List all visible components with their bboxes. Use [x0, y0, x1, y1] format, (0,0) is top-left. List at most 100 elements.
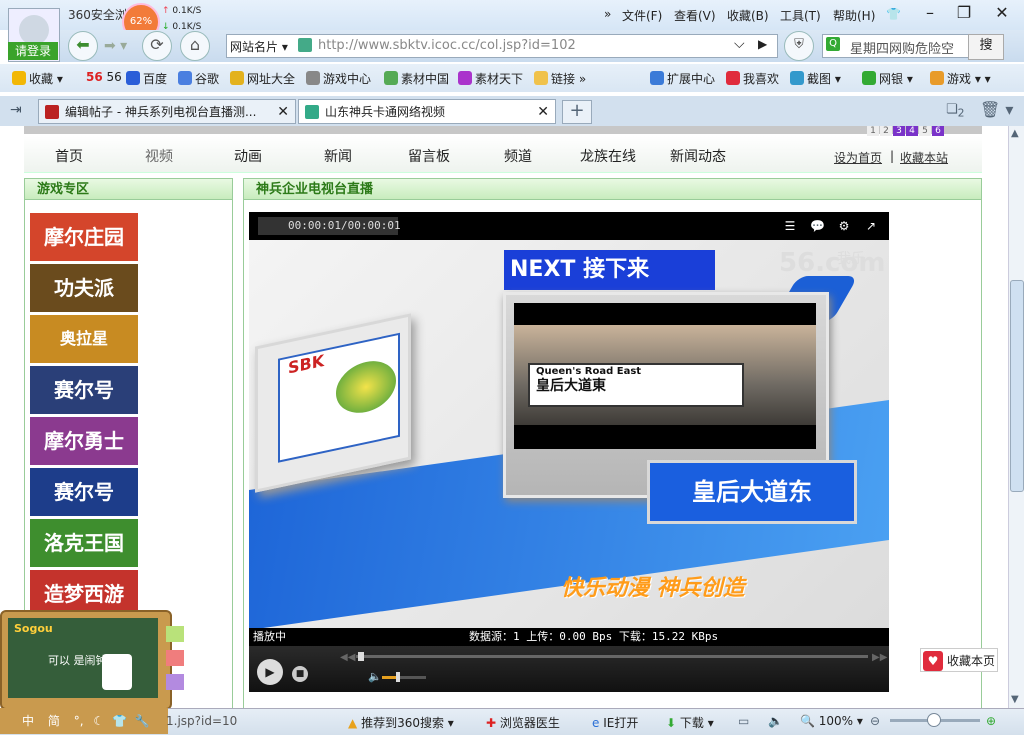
menu-more-icon[interactable]: »: [604, 7, 611, 21]
url-field[interactable]: http://www.sbktv.icoc.cc/col.jsp?id=102: [318, 38, 576, 53]
go-icon[interactable]: ▶: [758, 37, 767, 51]
recommend-360-search[interactable]: ▲ 推荐到360搜索 ▾: [348, 714, 454, 731]
forward-icon[interactable]: ➡ ▾: [104, 38, 127, 54]
bookmark-sucai-world[interactable]: 素材天下: [458, 70, 523, 87]
ime-chinese[interactable]: 中: [22, 714, 34, 728]
bookmark-sucai-china[interactable]: 素材中国: [384, 70, 449, 87]
tab-edit-post[interactable]: 编辑帖子 - 神兵系列电视台直播测... ✕: [38, 99, 296, 124]
ime-toolbar[interactable]: 中 简 °, ☾ 👕 🔧: [0, 708, 168, 734]
ime-simplified[interactable]: 简: [48, 714, 60, 728]
zoom-out-icon[interactable]: ⊖: [870, 714, 880, 728]
game-banner-5[interactable]: 摩尔勇士: [30, 417, 138, 465]
nav-dragon-online[interactable]: 龙族在线: [580, 146, 636, 166]
downloads[interactable]: ⬇ 下载 ▾: [666, 714, 714, 731]
pager-2[interactable]: 2: [880, 126, 892, 136]
pager-6[interactable]: 6: [932, 126, 944, 136]
popout-icon[interactable]: ↗: [864, 219, 878, 233]
game-banner-3[interactable]: 奥拉星: [30, 315, 138, 363]
stop-icon[interactable]: ■: [292, 666, 308, 682]
nav-video[interactable]: 视频: [145, 146, 173, 166]
zoom-in-icon[interactable]: ⊕: [986, 714, 996, 728]
ime-tab-purple[interactable]: [166, 674, 184, 690]
tab-sbk-video[interactable]: 山东神兵卡通网络视频 ✕: [298, 99, 556, 124]
bookmark-baidu[interactable]: 百度: [126, 70, 167, 87]
closed-tabs-icon[interactable]: ❏2: [946, 102, 965, 120]
tab-close-icon[interactable]: ✕: [537, 100, 549, 125]
menu-file[interactable]: 文件(F): [622, 7, 662, 24]
fast-forward-icon[interactable]: ▶▶: [872, 652, 887, 663]
volume-thumb[interactable]: [396, 672, 400, 682]
comment-icon[interactable]: 💬: [810, 219, 825, 233]
sound-icon[interactable]: 🔈: [768, 714, 783, 728]
rewind-icon[interactable]: ◀◀: [340, 652, 355, 663]
volume-icon[interactable]: 🔈: [368, 670, 382, 683]
security-shield-icon[interactable]: ⛨: [784, 31, 814, 61]
games-menu[interactable]: 游戏 ▾ ▾: [930, 70, 991, 87]
bookmark-google[interactable]: 谷歌: [178, 70, 219, 87]
site-card-dropdown[interactable]: 网站名片 ▾: [230, 38, 288, 55]
nav-news-updates[interactable]: 新闻动态: [670, 146, 726, 166]
wrench-icon[interactable]: 🔧: [135, 714, 150, 728]
game-banner-1[interactable]: 摩尔庄园: [30, 213, 138, 261]
search-engine-icon[interactable]: Q: [826, 37, 840, 51]
settings-icon[interactable]: ⚙: [837, 219, 851, 233]
pager-4[interactable]: 4: [906, 126, 918, 136]
game-banner-6[interactable]: 赛尔号: [30, 468, 138, 516]
progress-thumb[interactable]: [358, 652, 364, 661]
pager-5[interactable]: 5: [919, 126, 931, 136]
minimize-icon[interactable]: –: [916, 4, 944, 24]
shirt-icon[interactable]: 👕: [112, 714, 127, 728]
scroll-thumb[interactable]: [1010, 280, 1024, 492]
menu-view[interactable]: 查看(V): [674, 7, 716, 24]
home-icon[interactable]: ⌂: [180, 31, 210, 61]
nav-channel[interactable]: 频道: [504, 146, 532, 166]
play-icon[interactable]: ▶: [257, 659, 283, 685]
address-dropdown-icon[interactable]: ⌵: [734, 36, 745, 52]
scroll-up-icon[interactable]: ▲: [1011, 128, 1019, 139]
bookmark-favorites[interactable]: 收藏 ▾: [12, 70, 63, 87]
trash-icon[interactable]: 🗑 ▾: [980, 100, 1013, 119]
ime-punctuation[interactable]: °,: [74, 714, 84, 728]
menu-favorites[interactable]: 收藏(B): [727, 7, 769, 24]
game-banner-2[interactable]: 功夫派: [30, 264, 138, 312]
browser-doctor[interactable]: ✚ 浏览器医生: [486, 714, 560, 731]
tab-close-icon[interactable]: ✕: [277, 100, 289, 125]
scroll-down-icon[interactable]: ▼: [1011, 694, 1019, 705]
game-banner-4[interactable]: 赛尔号: [30, 366, 138, 414]
nav-animation[interactable]: 动画: [234, 146, 262, 166]
set-homepage-link[interactable]: 设为首页: [834, 149, 882, 166]
window-icon[interactable]: ▭: [738, 714, 749, 728]
refresh-icon[interactable]: ⟳: [142, 31, 172, 61]
new-tab-button[interactable]: +: [562, 100, 592, 124]
playlist-icon[interactable]: ☰: [783, 219, 797, 233]
pager-1[interactable]: 1: [867, 126, 879, 136]
game-banner-7[interactable]: 洛克王国: [30, 519, 138, 567]
open-in-ie[interactable]: e IE打开: [592, 714, 638, 731]
bookmark-site-link[interactable]: 收藏本站: [900, 149, 948, 166]
video-frame[interactable]: SBK NEXT 接下来 56.com 我乐 Queen's Road East…: [249, 240, 889, 628]
ime-tab-green[interactable]: [166, 626, 184, 642]
zoom-level[interactable]: 🔍 100% ▾: [800, 714, 863, 728]
search-button[interactable]: 搜: [968, 34, 1004, 60]
pager-3[interactable]: 3: [893, 126, 905, 136]
login-button[interactable]: 请登录: [8, 42, 58, 60]
zoom-slider-thumb[interactable]: [927, 713, 941, 727]
online-banking[interactable]: 网银 ▾: [862, 70, 913, 87]
bookmark-url-directory[interactable]: 网址大全: [230, 70, 295, 87]
menu-tools[interactable]: 工具(T): [780, 7, 821, 24]
nav-news[interactable]: 新闻: [324, 146, 352, 166]
bookmark-links-folder[interactable]: 链接 »: [534, 70, 586, 87]
bookmark-game-center[interactable]: 游戏中心: [306, 70, 371, 87]
progress-track[interactable]: [356, 655, 868, 658]
sidebar-toggle-icon[interactable]: ⇥: [10, 102, 22, 118]
menu-help[interactable]: 帮助(H): [833, 7, 875, 24]
skin-icon[interactable]: 👕: [886, 7, 901, 21]
extension-center[interactable]: 扩展中心: [650, 70, 715, 87]
moon-icon[interactable]: ☾: [93, 714, 104, 728]
collect-page-button[interactable]: ♥ 收藏本页: [920, 648, 998, 672]
screenshot-tool[interactable]: 截图 ▾: [790, 70, 841, 87]
bookmark-56[interactable]: 56 56: [86, 70, 122, 84]
ime-tab-red[interactable]: [166, 650, 184, 666]
nav-guestbook[interactable]: 留言板: [408, 146, 450, 166]
close-icon[interactable]: ✕: [988, 4, 1016, 24]
